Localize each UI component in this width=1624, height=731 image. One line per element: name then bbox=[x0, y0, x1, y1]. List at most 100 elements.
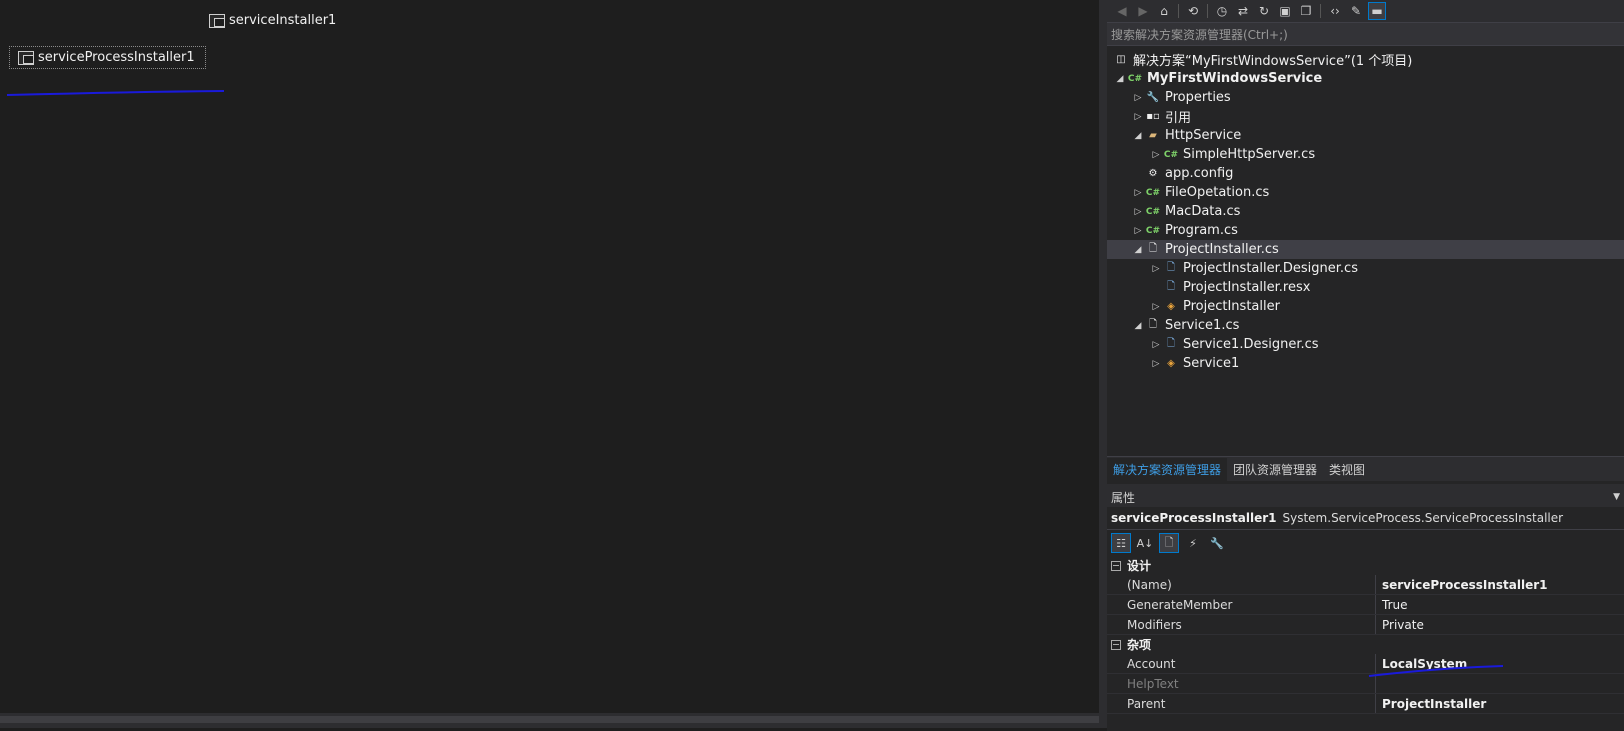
property-value[interactable]: Private bbox=[1376, 618, 1624, 632]
collapsed-arrow-icon[interactable]: ▷ bbox=[1131, 112, 1145, 122]
tree-item-service1-designer[interactable]: ▷ 🗋 Service1.Designer.cs bbox=[1107, 335, 1624, 354]
property-value[interactable]: serviceProcessInstaller1 bbox=[1376, 578, 1624, 592]
tree-item-appconfig[interactable]: ⚙ app.config bbox=[1107, 164, 1624, 183]
panel-splitter[interactable] bbox=[1099, 0, 1107, 728]
property-row-modifiers[interactable]: Modifiers Private bbox=[1107, 615, 1624, 635]
tree-item-references[interactable]: ▷ ▪▫ 引用 bbox=[1107, 107, 1624, 126]
collapsed-arrow-icon[interactable]: ▷ bbox=[1149, 150, 1163, 160]
collapsed-arrow-icon[interactable]: ▷ bbox=[1131, 93, 1145, 103]
sync-icon[interactable]: ⟲ bbox=[1184, 2, 1202, 20]
property-name: Modifiers bbox=[1127, 617, 1182, 632]
sync-with-document-icon[interactable]: ⇄ bbox=[1234, 2, 1252, 20]
collapsed-arrow-icon[interactable]: ▷ bbox=[1149, 359, 1163, 369]
expanded-arrow-icon[interactable]: ◢ bbox=[1131, 131, 1145, 141]
property-name: GenerateMember bbox=[1127, 597, 1233, 612]
expanded-arrow-icon[interactable]: ◢ bbox=[1113, 74, 1127, 84]
tree-item-projectinstaller-resx[interactable]: 🗋 ProjectInstaller.resx bbox=[1107, 278, 1624, 297]
tree-item-label: Service1.Designer.cs bbox=[1183, 337, 1319, 352]
category-design[interactable]: 设计 bbox=[1107, 556, 1624, 575]
scrollbar-thumb[interactable] bbox=[0, 716, 1100, 723]
csharp-file-icon: C# bbox=[1145, 225, 1161, 236]
tree-item-projectinstaller-designer[interactable]: ▷ 🗋 ProjectInstaller.Designer.cs bbox=[1107, 259, 1624, 278]
folder-icon: ▰ bbox=[1149, 130, 1157, 141]
collapse-icon[interactable] bbox=[1111, 639, 1121, 650]
tree-item-label: MyFirstWindowsService bbox=[1147, 71, 1323, 86]
component-designer-surface[interactable]: serviceInstaller1 serviceProcessInstalle… bbox=[0, 0, 1100, 728]
horizontal-scrollbar[interactable] bbox=[0, 713, 1100, 728]
tree-item-service1-class[interactable]: ▷ ◈ Service1 bbox=[1107, 354, 1624, 373]
property-row-helptext[interactable]: HelpText bbox=[1107, 674, 1624, 694]
tab-solution-explorer[interactable]: 解决方案资源管理器 bbox=[1107, 458, 1228, 481]
home-icon[interactable]: ⌂ bbox=[1155, 2, 1173, 20]
tree-item-httpservice[interactable]: ◢ ▰ HttpService bbox=[1107, 126, 1624, 145]
designer-file-icon: 🗋 bbox=[1166, 338, 1176, 349]
tree-item-properties[interactable]: ▷ 🔧 Properties bbox=[1107, 88, 1624, 107]
collapsed-arrow-icon[interactable]: ▷ bbox=[1149, 264, 1163, 274]
category-label: 杂项 bbox=[1127, 638, 1152, 652]
pending-changes-filter-icon[interactable]: ◷ bbox=[1213, 2, 1231, 20]
expanded-arrow-icon[interactable]: ◢ bbox=[1131, 321, 1145, 331]
collapsed-arrow-icon[interactable]: ▷ bbox=[1131, 188, 1145, 198]
solution-tree: ◫ 解决方案“MyFirstWindowsService”(1 个项目) ◢ C… bbox=[1107, 46, 1624, 373]
events-icon[interactable]: ⚡ bbox=[1183, 533, 1203, 553]
property-row-generatemember[interactable]: GenerateMember True bbox=[1107, 595, 1624, 615]
view-code-icon[interactable]: ‹› bbox=[1326, 2, 1344, 20]
preview-selected-items-icon[interactable]: ▬ bbox=[1368, 2, 1386, 20]
search-placeholder: 搜索解决方案资源管理器(Ctrl+;) bbox=[1111, 27, 1288, 42]
solution-explorer-search-input[interactable]: 搜索解决方案资源管理器(Ctrl+;) bbox=[1107, 22, 1624, 46]
properties-wrench-icon[interactable]: ✎ bbox=[1347, 2, 1365, 20]
back-icon[interactable]: ◀ bbox=[1113, 2, 1131, 20]
toolbar-separator bbox=[1320, 4, 1321, 18]
object-selector[interactable]: serviceProcessInstaller1 System.ServiceP… bbox=[1107, 507, 1624, 530]
tree-item-solution[interactable]: ◫ 解决方案“MyFirstWindowsService”(1 个项目) bbox=[1107, 50, 1624, 69]
tree-item-label: FileOpetation.cs bbox=[1165, 185, 1270, 200]
tab-class-view[interactable]: 类视图 bbox=[1323, 458, 1371, 481]
properties-title-bar: 属性 ▼ bbox=[1107, 487, 1624, 507]
property-pages-icon[interactable]: 🔧 bbox=[1207, 533, 1227, 553]
category-misc[interactable]: 杂项 bbox=[1107, 635, 1624, 654]
tree-item-projectinstaller-class[interactable]: ▷ ◈ ProjectInstaller bbox=[1107, 297, 1624, 316]
collapsed-arrow-icon[interactable]: ▷ bbox=[1149, 340, 1163, 350]
object-type: System.ServiceProcess.ServiceProcessInst… bbox=[1282, 511, 1564, 525]
tree-item-fileopetation[interactable]: ▷ C# FileOpetation.cs bbox=[1107, 183, 1624, 202]
refresh-icon[interactable]: ↻ bbox=[1255, 2, 1273, 20]
collapsed-arrow-icon[interactable]: ▷ bbox=[1131, 207, 1145, 217]
property-value[interactable]: ProjectInstaller bbox=[1376, 697, 1624, 711]
properties-panel: 属性 ▼ serviceProcessInstaller1 System.Ser… bbox=[1107, 484, 1624, 731]
tab-team-explorer[interactable]: 团队资源管理器 bbox=[1227, 458, 1323, 481]
tree-item-label: Program.cs bbox=[1165, 223, 1238, 238]
categorized-icon[interactable]: ☷ bbox=[1111, 533, 1131, 553]
tree-item-simplehttpserver[interactable]: ▷ C# SimpleHttpServer.cs bbox=[1107, 145, 1624, 164]
property-value[interactable]: True bbox=[1376, 598, 1624, 612]
properties-toolbar: ☷ A↓ 🗋 ⚡ 🔧 bbox=[1107, 530, 1624, 556]
panel-dropdown-icon[interactable]: ▼ bbox=[1613, 492, 1620, 502]
collapse-icon[interactable] bbox=[1111, 560, 1121, 571]
property-row-parent[interactable]: Parent ProjectInstaller bbox=[1107, 694, 1624, 714]
property-row-name[interactable]: (Name) serviceProcessInstaller1 bbox=[1107, 575, 1624, 595]
resx-file-icon: 🗋 bbox=[1166, 281, 1176, 292]
solution-icon: ◫ bbox=[1116, 54, 1126, 65]
alphabetical-icon[interactable]: A↓ bbox=[1135, 533, 1155, 553]
references-icon: ▪▫ bbox=[1146, 111, 1160, 122]
csharp-project-icon: C# bbox=[1127, 73, 1143, 84]
tree-item-label: 解决方案“MyFirstWindowsService”(1 个项目) bbox=[1133, 54, 1413, 69]
tree-item-project[interactable]: ◢ C# MyFirstWindowsService bbox=[1107, 69, 1624, 88]
config-file-icon: ⚙ bbox=[1148, 168, 1158, 179]
forward-icon[interactable]: ▶ bbox=[1134, 2, 1152, 20]
show-all-files-icon[interactable]: ❐ bbox=[1297, 2, 1315, 20]
expanded-arrow-icon[interactable]: ◢ bbox=[1131, 245, 1145, 255]
property-row-account[interactable]: Account LocalSystem bbox=[1107, 654, 1624, 677]
collapsed-arrow-icon[interactable]: ▷ bbox=[1131, 226, 1145, 236]
component-file-icon: 🗋 bbox=[1148, 243, 1158, 254]
tree-item-service1-cs[interactable]: ◢ 🗋 Service1.cs bbox=[1107, 316, 1624, 335]
tree-item-projectinstaller-cs[interactable]: ◢ 🗋 ProjectInstaller.cs bbox=[1107, 240, 1624, 259]
properties-icon[interactable]: 🗋 bbox=[1159, 533, 1179, 553]
solution-explorer-toolbar: ◀ ▶ ⌂ ⟲ ◷ ⇄ ↻ ▣ ❐ ‹› ✎ ▬ bbox=[1107, 0, 1624, 22]
collapsed-arrow-icon[interactable]: ▷ bbox=[1149, 302, 1163, 312]
toolbar-separator bbox=[1207, 4, 1208, 18]
collapse-all-icon[interactable]: ▣ bbox=[1276, 2, 1294, 20]
tree-item-macdata[interactable]: ▷ C# MacData.cs bbox=[1107, 202, 1624, 221]
tree-item-program[interactable]: ▷ C# Program.cs bbox=[1107, 221, 1624, 240]
tree-item-label: MacData.cs bbox=[1165, 204, 1241, 219]
csharp-file-icon: C# bbox=[1145, 187, 1161, 198]
